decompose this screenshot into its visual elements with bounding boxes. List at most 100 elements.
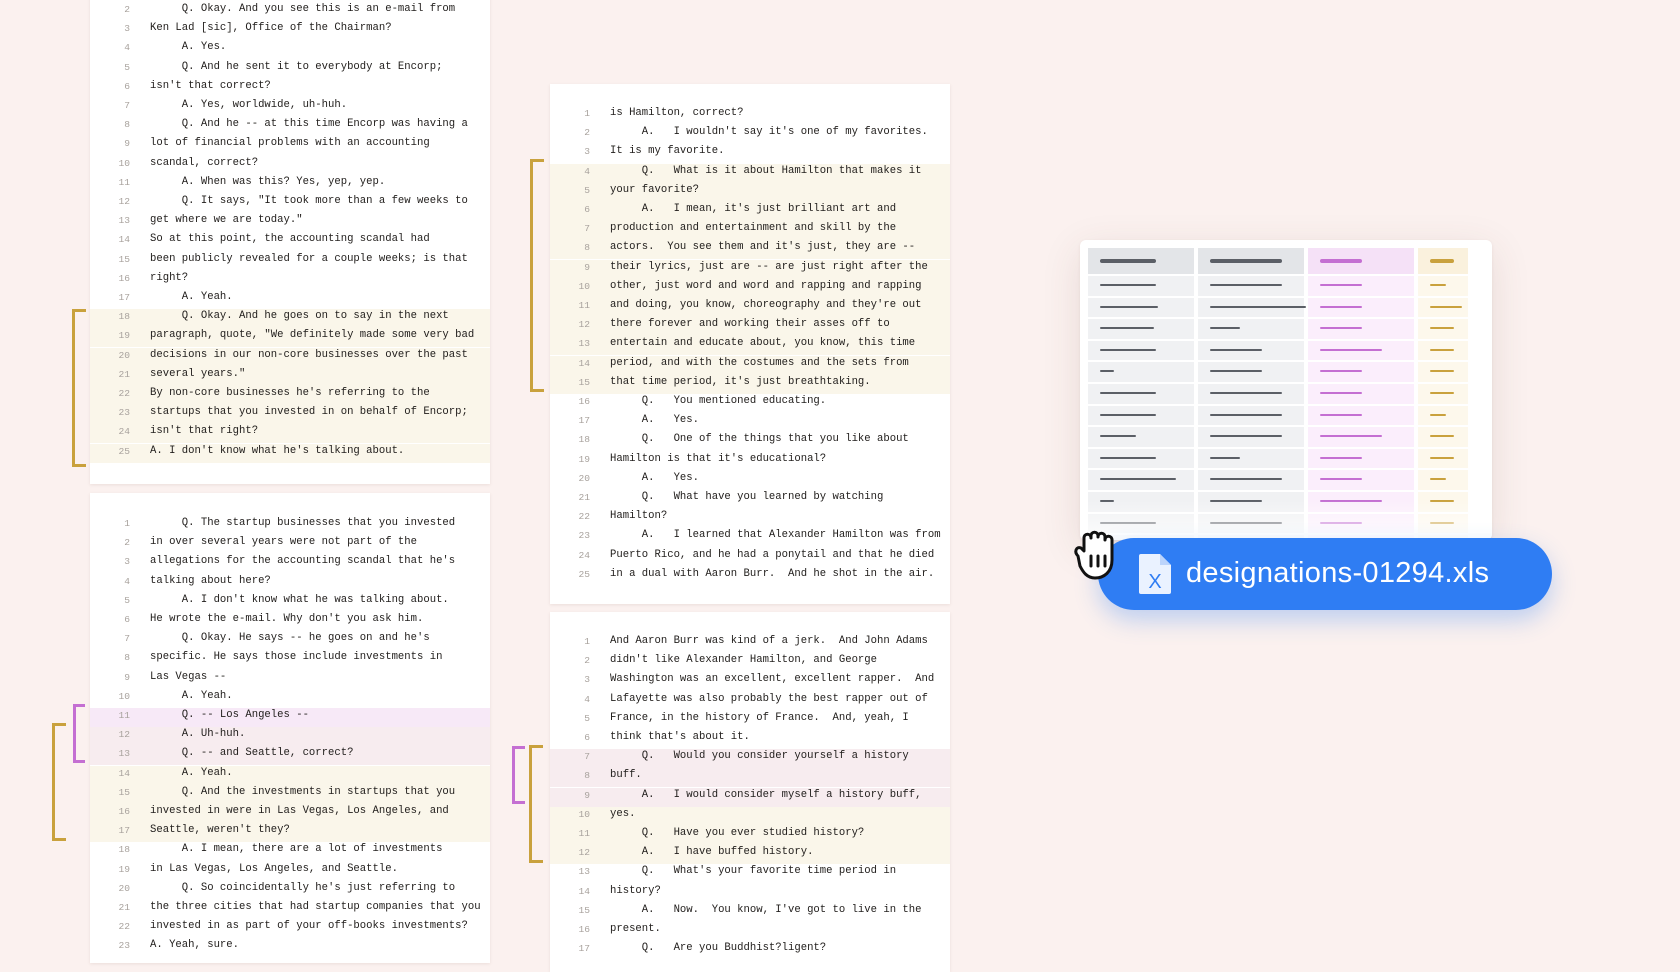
transcript-line[interactable]: 4 Lafayette was also probably the best ra…: [550, 692, 950, 711]
transcript-line[interactable]: 8 Q. And he -- at this time Encorp was h…: [90, 117, 490, 136]
transcript-line[interactable]: 15 A. Now. You know, I've got to live in…: [550, 903, 950, 922]
transcript-line[interactable]: 23 A. Yeah, sure.: [90, 938, 490, 957]
transcript-line[interactable]: 20 decisions in our non-core businesses o…: [90, 347, 490, 367]
transcript-line[interactable]: 19 in Las Vegas, Los Angeles, and Seattle…: [90, 862, 490, 881]
transcript-line[interactable]: 8 buff.: [550, 768, 950, 788]
transcript-line[interactable]: 13 entertain and educate about, you know,…: [550, 336, 950, 356]
transcript-line[interactable]: 8 actors. You see them and it's just, the…: [550, 240, 950, 260]
transcript-line[interactable]: 2 Q. Okay. And you see this is an e-mail…: [90, 2, 490, 21]
transcript-line[interactable]: 7 Q. Okay. He says -- he goes on and he'…: [90, 631, 490, 650]
transcript-line[interactable]: 19 Hamilton is that it's educational?: [550, 452, 950, 471]
transcript-line[interactable]: 10 yes.: [550, 806, 950, 826]
transcript-line[interactable]: 2 in over several years were not part of …: [90, 535, 490, 554]
transcript-line[interactable]: 6 think that's about it.: [550, 730, 950, 749]
transcript-line[interactable]: 5 A. I don't know what he was talking ab…: [90, 593, 490, 612]
transcript-line[interactable]: 23 A. I learned that Alexander Hamilton …: [550, 528, 950, 547]
transcript-line[interactable]: 16 present.: [550, 922, 950, 941]
transcript-line[interactable]: 3 Washington was an excellent, excellent …: [550, 672, 950, 691]
transcript-line[interactable]: 15 been publicly revealed for a couple we…: [90, 252, 490, 271]
transcript-line[interactable]: 4 talking about here?: [90, 574, 490, 593]
transcript-line[interactable]: 2 didn't like Alexander Hamilton, and Geo…: [550, 653, 950, 672]
transcript-line[interactable]: 14 history?: [550, 884, 950, 903]
transcript-line[interactable]: 9 A. I would consider myself a history b…: [550, 787, 950, 807]
transcript-line[interactable]: 17 A. Yeah.: [90, 290, 490, 309]
transcript-line[interactable]: 24 isn't that right?: [90, 424, 490, 444]
designation-bracket-gold[interactable]: [52, 723, 66, 841]
transcript-line[interactable]: 21 several years.": [90, 366, 490, 386]
transcript-line[interactable]: 3 It is my favorite.: [550, 144, 950, 163]
transcript-line[interactable]: 18 Q. Okay. And he goes on to say in the…: [90, 309, 490, 329]
transcript-line[interactable]: 9 their lyrics, just are -- are just righ…: [550, 259, 950, 279]
transcript-line[interactable]: 23 startups that you invested in on behal…: [90, 405, 490, 425]
file-drag-pill[interactable]: X designations-01294.xls: [1098, 538, 1552, 610]
transcript-line[interactable]: 22 invested in as part of your off-books …: [90, 919, 490, 938]
transcript-line[interactable]: 10 A. Yeah.: [90, 689, 490, 708]
transcript-line[interactable]: 16 invested in were in Las Vegas, Los Ang…: [90, 804, 490, 823]
transcript-line[interactable]: 2 A. I wouldn't say it's one of my favor…: [550, 125, 950, 144]
transcript-line[interactable]: 5 France, in the history of France. And, …: [550, 711, 950, 730]
designation-bracket-purple[interactable]: [512, 746, 525, 804]
transcript-line[interactable]: 10 other, just word and word and rapping …: [550, 278, 950, 298]
transcript-line[interactable]: 21 the three cities that had startup comp…: [90, 900, 490, 919]
designation-bracket-gold[interactable]: [72, 309, 86, 467]
transcript-line[interactable]: 6 He wrote the e-mail. Why don't you ask …: [90, 612, 490, 631]
transcript-line[interactable]: 13 get where we are today.": [90, 213, 490, 232]
transcript-line[interactable]: 4 A. Yes.: [90, 40, 490, 59]
designation-bracket-gold[interactable]: [530, 159, 544, 392]
transcript-line[interactable]: 25 in a dual with Aaron Burr. And he shot…: [550, 567, 950, 586]
transcript-line[interactable]: 20 A. Yes.: [550, 471, 950, 490]
transcript-line[interactable]: 21 Q. What have you learned by watching: [550, 490, 950, 509]
transcript-line[interactable]: 17 Seattle, weren't they?: [90, 823, 490, 843]
transcript-line[interactable]: 16 right?: [90, 271, 490, 290]
transcript-line[interactable]: 9 lot of financial problems with an accou…: [90, 136, 490, 155]
transcript-line[interactable]: 16 Q. You mentioned educating.: [550, 394, 950, 413]
spreadsheet-preview[interactable]: [1080, 240, 1492, 540]
transcript-line[interactable]: 25 A. I don't know what he's talking abou…: [90, 443, 490, 463]
transcript-line[interactable]: 12 A. Uh-huh.: [90, 727, 490, 747]
transcript-line[interactable]: 14 So at this point, the accounting scand…: [90, 232, 490, 251]
transcript-line[interactable]: 11 Q. -- Los Angeles --: [90, 708, 490, 727]
transcript-line[interactable]: 18 A. I mean, there are a lot of investm…: [90, 842, 490, 861]
transcript-line[interactable]: 4 Q. What is it about Hamilton that make…: [550, 163, 950, 183]
transcript-line[interactable]: 17 A. Yes.: [550, 413, 950, 432]
transcript-line[interactable]: 11 Q. Have you ever studied history?: [550, 826, 950, 845]
transcript-line[interactable]: 5 your favorite?: [550, 182, 950, 202]
transcript-line[interactable]: 6 isn't that correct?: [90, 79, 490, 98]
line-text: Q. What is it about Hamilton that makes …: [610, 164, 922, 177]
transcript-line[interactable]: 3 Ken Lad [sic], Office of the Chairman?: [90, 21, 490, 40]
transcript-line[interactable]: 3 allegations for the accounting scandal …: [90, 554, 490, 573]
transcript-line[interactable]: 22 By non-core businesses he's referring …: [90, 386, 490, 405]
transcript-line[interactable]: 13 Q. -- and Seattle, correct?: [90, 746, 490, 766]
transcript-line[interactable]: 12 Q. It says, "It took more than a few …: [90, 194, 490, 213]
transcript-line[interactable]: 14 A. Yeah.: [90, 765, 490, 785]
transcript-line[interactable]: 19 paragraph, quote, "We definitely made …: [90, 328, 490, 348]
transcript-line[interactable]: 1 And Aaron Burr was kind of a jerk. And …: [550, 634, 950, 653]
transcript-line[interactable]: 7 A. Yes, worldwide, uh-huh.: [90, 98, 490, 117]
transcript-line[interactable]: 7 Q. Would you consider yourself a histo…: [550, 749, 950, 769]
transcript-line[interactable]: 7 production and entertainment and skill …: [550, 221, 950, 241]
designation-bracket-gold[interactable]: [529, 745, 543, 863]
transcript-line[interactable]: 1 Q. The startup businesses that you inv…: [90, 516, 490, 535]
designation-bracket-purple[interactable]: [73, 704, 85, 763]
transcript-line[interactable]: 18 Q. One of the things that you like ab…: [550, 432, 950, 451]
transcript-line[interactable]: 15 that time period, it's just breathtaki…: [550, 374, 950, 394]
transcript-line[interactable]: 11 A. When was this? Yes, yep, yep.: [90, 175, 490, 194]
transcript-line[interactable]: 11 and doing, you know, choreography and …: [550, 298, 950, 317]
transcript-line[interactable]: 12 A. I have buffed history.: [550, 845, 950, 865]
transcript-line[interactable]: 1 is Hamilton, correct?: [550, 106, 950, 125]
transcript-line[interactable]: 24 Puerto Rico, and he had a ponytail and…: [550, 548, 950, 567]
transcript-line[interactable]: 8 specific. He says those include investm…: [90, 650, 490, 669]
transcript-line[interactable]: 9 Las Vegas --: [90, 670, 490, 689]
transcript-line[interactable]: 20 Q. So coincidentally he's just referr…: [90, 881, 490, 900]
transcript-line[interactable]: 14 period, and with the costumes and the …: [550, 355, 950, 375]
transcript-line[interactable]: 12 there forever and working their asses …: [550, 317, 950, 337]
transcript-line[interactable]: 22 Hamilton?: [550, 509, 950, 528]
line-text: A. Yeah.: [150, 291, 233, 303]
transcript-line[interactable]: 13 Q. What's your favorite time period i…: [550, 864, 950, 883]
transcript-line[interactable]: 10 scandal, correct?: [90, 156, 490, 175]
transcript-line[interactable]: 6 A. I mean, it's just brilliant art and: [550, 202, 950, 221]
transcript-line[interactable]: 15 Q. And the investments in startups th…: [90, 784, 490, 804]
line-number: 11: [118, 176, 130, 188]
transcript-line[interactable]: 17 Q. Are you Buddhist?ligent?: [550, 941, 950, 960]
transcript-line[interactable]: 5 Q. And he sent it to everybody at Enco…: [90, 60, 490, 79]
